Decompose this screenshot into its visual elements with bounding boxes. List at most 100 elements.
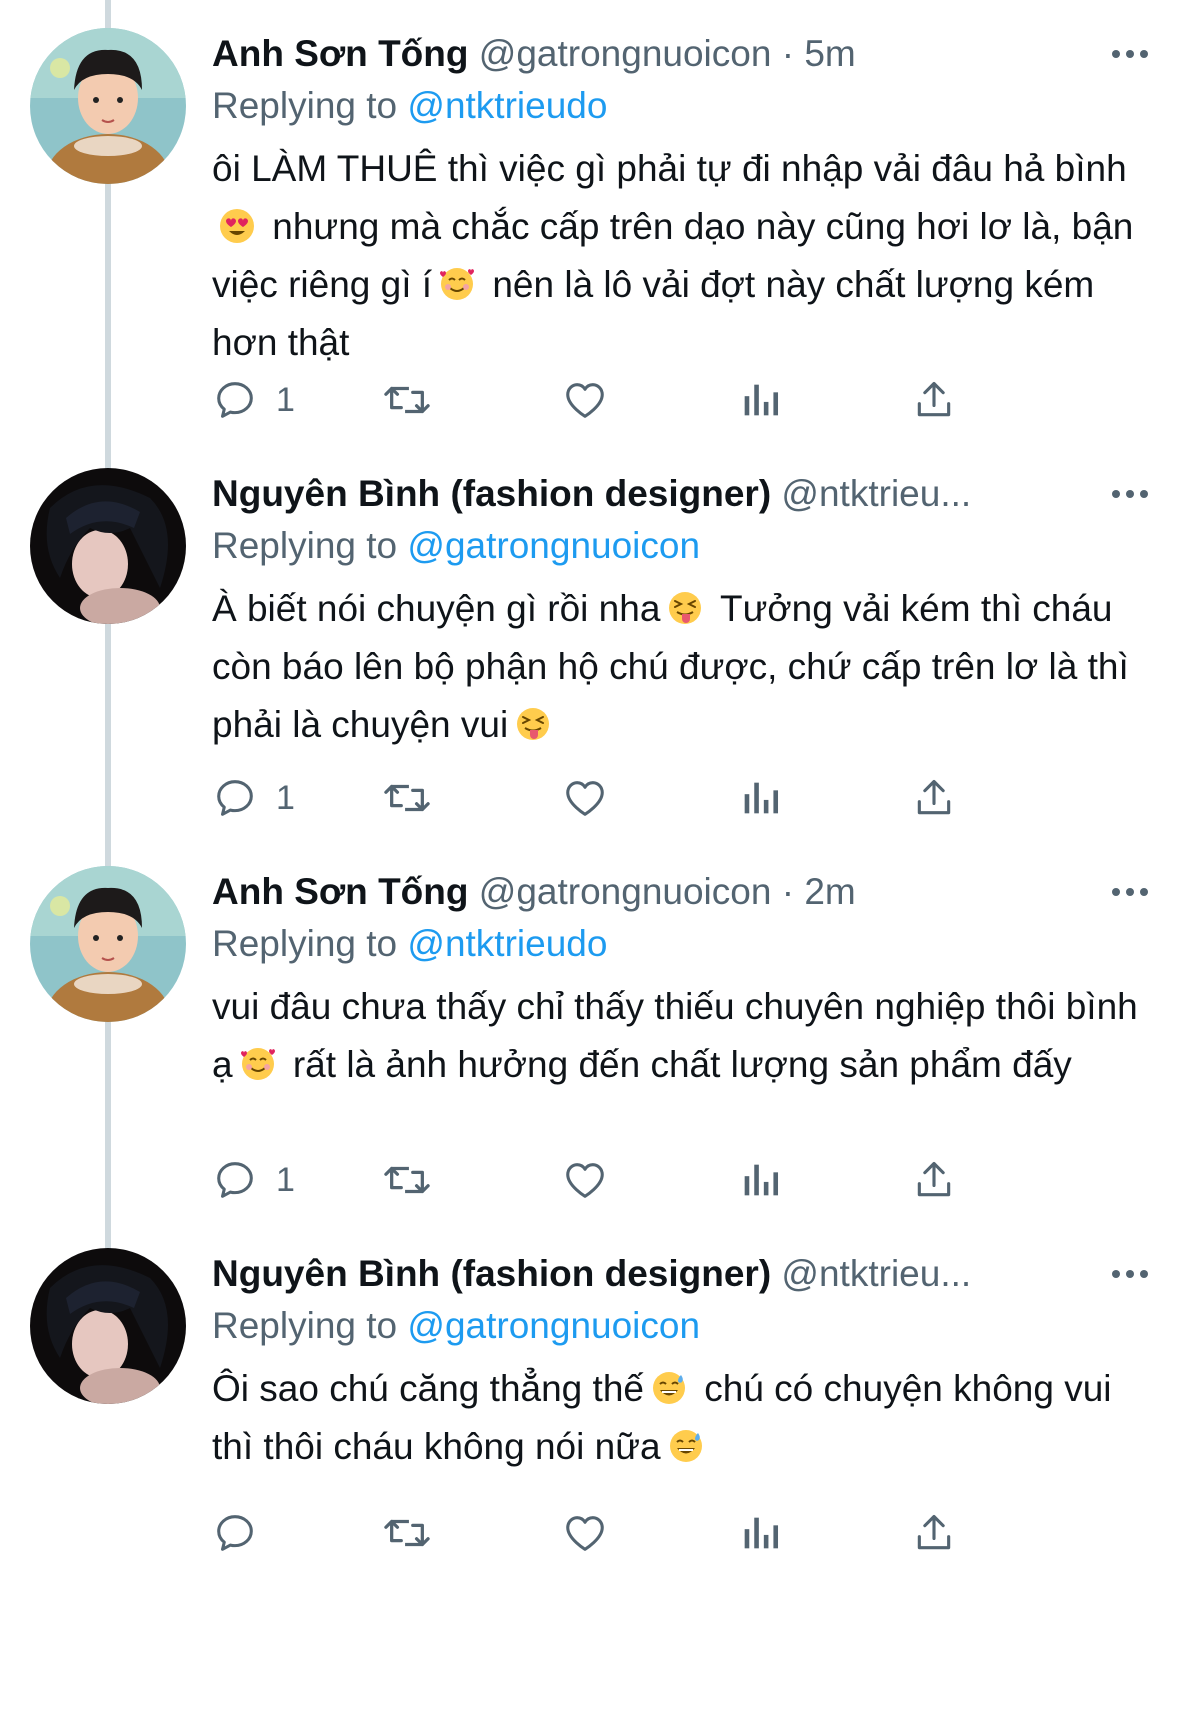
display-name[interactable]: Nguyên Bình (fashion designer) — [212, 473, 771, 514]
replying-to: Replying to @gatrongnuoicon — [212, 1300, 1142, 1352]
mention-link[interactable]: @gatrongnuoicon — [407, 525, 700, 566]
user-handle[interactable]: @ntktrieu... — [781, 473, 971, 514]
reply-icon — [217, 780, 253, 816]
sweat-smile-emoji — [650, 1369, 688, 1407]
avatar[interactable] — [30, 1248, 186, 1404]
heart-icon — [566, 1516, 604, 1551]
display-name[interactable]: Nguyên Bình (fashion designer) — [212, 1253, 771, 1294]
tweet-header: Nguyên Bình (fashion designer) @ntktrieu… — [212, 468, 1042, 520]
avatar-image — [30, 866, 186, 1022]
timestamp[interactable]: · 5m — [782, 33, 856, 74]
reply-button[interactable]: 1 — [212, 768, 295, 828]
tweet-actions: 1 — [212, 1150, 1072, 1210]
user-handle[interactable]: @gatrongnuoicon — [479, 33, 772, 74]
squinting-tongue-emoji — [514, 705, 552, 743]
retweet-button[interactable] — [382, 1150, 432, 1210]
replying-label: Replying to — [212, 85, 398, 126]
like-button[interactable] — [562, 768, 608, 828]
retweet-icon — [384, 386, 430, 414]
user-handle[interactable]: @gatrongnuoicon — [479, 871, 772, 912]
like-button[interactable] — [562, 370, 608, 430]
squinting-tongue-emoji — [666, 589, 704, 627]
tweet-text-part: rất là ảnh hưởng đến chất lượng sản phẩm… — [282, 1044, 1072, 1085]
tweet-text: vui đâu chưa thấy chỉ thấy thiếu chuyên … — [212, 978, 1142, 1094]
analytics-icon — [744, 782, 779, 814]
timestamp[interactable]: · 2m — [782, 871, 856, 912]
more-icon[interactable] — [1100, 468, 1160, 520]
mention-link[interactable]: @ntktrieudo — [407, 923, 607, 964]
share-button[interactable] — [912, 370, 956, 430]
smiling-face-with-hearts-emoji — [438, 265, 476, 303]
avatar[interactable] — [30, 866, 186, 1022]
mention-link[interactable]: @gatrongnuoicon — [407, 1305, 700, 1346]
share-icon — [917, 381, 951, 417]
avatar[interactable] — [30, 468, 186, 624]
replying-to: Replying to @ntktrieudo — [212, 918, 1142, 970]
thread-line — [105, 0, 111, 28]
reply-button[interactable]: 1 — [212, 1150, 295, 1210]
like-button[interactable] — [562, 1503, 608, 1563]
heart-eyes-emoji — [218, 207, 256, 245]
tweet-actions: 1 — [212, 768, 1072, 828]
share-button[interactable] — [912, 1150, 956, 1210]
analytics-button[interactable] — [740, 1150, 780, 1210]
analytics-button[interactable] — [740, 768, 780, 828]
more-icon[interactable] — [1100, 28, 1160, 80]
reply-count: 1 — [276, 778, 295, 817]
mention-link[interactable]: @ntktrieudo — [407, 85, 607, 126]
display-name[interactable]: Anh Sơn Tống — [212, 871, 468, 912]
tweet-text-part: À biết nói chuyện gì rồi nha — [212, 588, 661, 629]
replying-to: Replying to @ntktrieudo — [212, 80, 1142, 132]
analytics-icon — [744, 1517, 779, 1549]
share-button[interactable] — [912, 768, 956, 828]
avatar-image — [30, 468, 186, 624]
heart-icon — [566, 1163, 604, 1198]
tweet-text: ôi LÀM THUÊ thì việc gì phải tự đi nhập … — [212, 140, 1142, 372]
share-icon — [917, 1161, 951, 1197]
reply-button[interactable]: 1 — [212, 370, 295, 430]
retweet-button[interactable] — [382, 1503, 432, 1563]
display-name[interactable]: Anh Sơn Tống — [212, 33, 468, 74]
avatar-image — [30, 28, 186, 184]
reply-button[interactable] — [212, 1503, 276, 1563]
avatar[interactable] — [30, 28, 186, 184]
tweet-actions: 1 — [212, 370, 1072, 430]
replying-label: Replying to — [212, 525, 398, 566]
analytics-button[interactable] — [740, 1503, 780, 1563]
replying-to: Replying to @gatrongnuoicon — [212, 520, 1142, 572]
analytics-icon — [744, 384, 779, 416]
retweet-icon — [384, 1166, 430, 1194]
avatar-image — [30, 1248, 186, 1404]
retweet-icon — [384, 784, 430, 812]
retweet-icon — [384, 1519, 430, 1547]
tweet-text-part: ôi LÀM THUÊ thì việc gì phải tự đi nhập … — [212, 148, 1127, 189]
reply-count: 1 — [276, 380, 295, 419]
reply-count: 1 — [276, 1160, 295, 1199]
tweet-actions — [212, 1503, 1072, 1563]
thread-line — [105, 612, 111, 867]
analytics-icon — [744, 1164, 779, 1196]
reply-icon — [217, 1515, 253, 1551]
reply-icon — [217, 382, 253, 418]
more-icon[interactable] — [1100, 1248, 1160, 1300]
heart-icon — [566, 383, 604, 418]
tweet-text-part: Ôi sao chú căng thẳng thế — [212, 1368, 644, 1409]
share-icon — [917, 1514, 951, 1550]
share-button[interactable] — [912, 1503, 956, 1563]
more-icon[interactable] — [1100, 866, 1160, 918]
tweet-text: À biết nói chuyện gì rồi nha Tưởng vải k… — [212, 580, 1142, 754]
thread-line — [105, 1010, 111, 1250]
user-handle[interactable]: @ntktrieu... — [781, 1253, 971, 1294]
replying-label: Replying to — [212, 1305, 398, 1346]
share-icon — [917, 779, 951, 815]
analytics-button[interactable] — [740, 370, 780, 430]
retweet-button[interactable] — [382, 370, 432, 430]
heart-icon — [566, 781, 604, 816]
smiling-face-with-hearts-emoji — [239, 1045, 277, 1083]
like-button[interactable] — [562, 1150, 608, 1210]
thread-line — [105, 170, 111, 470]
retweet-button[interactable] — [382, 768, 432, 828]
reply-icon — [217, 1162, 253, 1198]
tweet-header: Anh Sơn Tống @gatrongnuoicon · 2m — [212, 866, 1042, 918]
sweat-smile-emoji — [667, 1427, 705, 1465]
